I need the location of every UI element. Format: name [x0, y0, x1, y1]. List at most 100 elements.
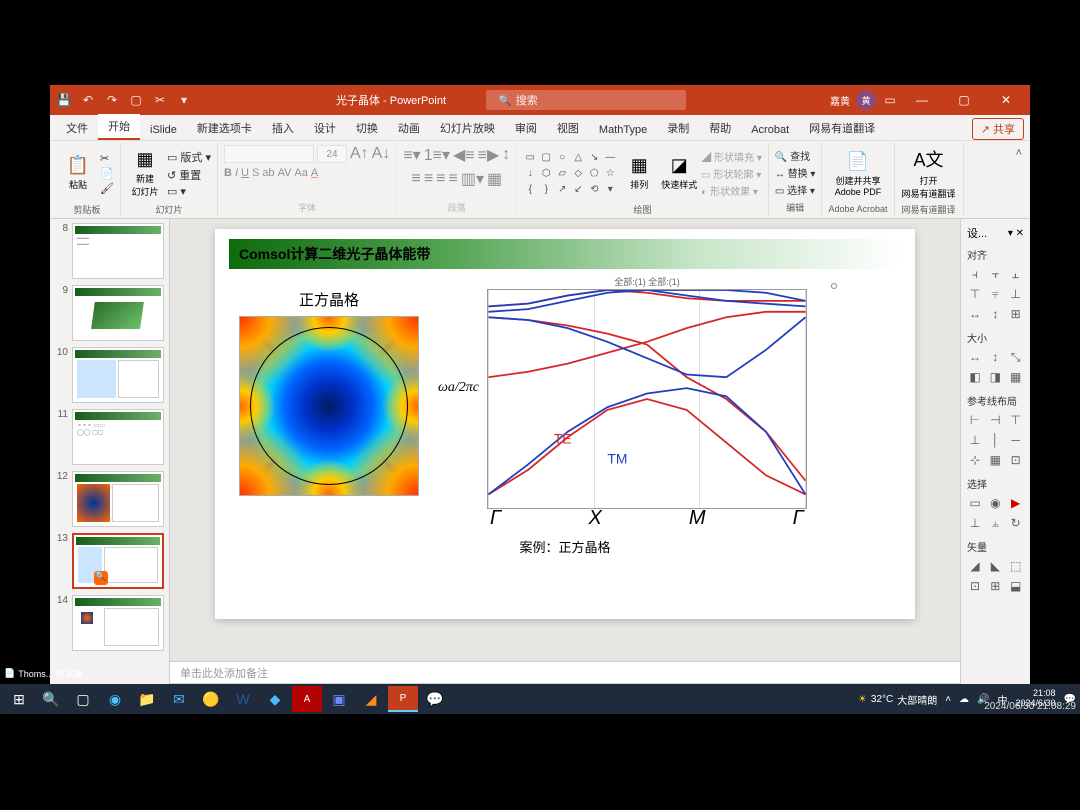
powerpoint-taskbar-icon[interactable]: P: [388, 686, 418, 712]
tab-home[interactable]: 开始: [98, 114, 140, 140]
tray-chevron-icon[interactable]: ˄: [945, 694, 951, 705]
minimize-button[interactable]: —: [904, 85, 940, 115]
paste-button[interactable]: 📋粘贴: [60, 145, 96, 201]
app2-icon[interactable]: ▣: [324, 686, 354, 712]
tab-insert[interactable]: 插入: [262, 116, 304, 140]
thumbnail-9[interactable]: 9: [54, 285, 165, 341]
decrease-font-icon[interactable]: A↓: [372, 145, 391, 163]
new-slide-button[interactable]: ▦新建 幻灯片: [127, 145, 163, 201]
tab-transitions[interactable]: 切换: [346, 116, 388, 140]
thumbnail-8[interactable]: 8━━━━━━━━: [54, 223, 165, 279]
indent-left-icon[interactable]: ◀≡: [453, 145, 475, 165]
tab-acrobat[interactable]: Acrobat: [741, 120, 799, 140]
italic-button[interactable]: I: [235, 167, 238, 179]
save-icon[interactable]: 💾: [56, 92, 72, 108]
cut-icon[interactable]: ✂: [100, 152, 114, 165]
acrobat-icon[interactable]: A: [292, 686, 322, 712]
desktop-file-icon[interactable]: 📄 Thoms... 的采算...: [4, 667, 90, 680]
align-left-icon[interactable]: ≡: [411, 170, 420, 188]
chrome-icon[interactable]: 🟡: [196, 686, 226, 712]
text-direction-icon[interactable]: ↕: [502, 146, 510, 164]
onedrive-icon[interactable]: ☁: [959, 694, 969, 705]
copy-icon[interactable]: 📄: [100, 167, 114, 180]
align-tools[interactable]: ⫞⫟⫠⊤⫧⊥↔↕⊞: [967, 266, 1024, 322]
thumbnail-10[interactable]: 10: [54, 347, 165, 403]
tab-animations[interactable]: 动画: [388, 116, 430, 140]
right-figure[interactable]: 全部:(1) 全部:(1) TE TM: [437, 289, 901, 509]
wechat-icon[interactable]: 💬: [420, 686, 450, 712]
strike-button[interactable]: S: [252, 167, 259, 179]
start-button[interactable]: ⊞: [4, 686, 34, 712]
arrange-button[interactable]: ▦排列: [621, 145, 657, 201]
bullets-icon[interactable]: ≡▾: [403, 145, 420, 165]
find-button[interactable]: 🔍 查找: [775, 148, 816, 163]
replace-button[interactable]: ↔ 替换 ▾: [775, 165, 816, 180]
format-painter-icon[interactable]: 🖌: [100, 182, 114, 195]
shape-effects-button[interactable]: ◐ 形状效果 ▾: [701, 183, 762, 198]
adobe-pdf-button[interactable]: 📄创建并共享 Adobe PDF: [830, 146, 886, 202]
tab-islide[interactable]: iSlide: [140, 120, 187, 140]
quickstyle-button[interactable]: ◪快速样式: [661, 145, 697, 201]
reset-button[interactable]: ↺ 重置: [167, 167, 211, 183]
tab-view[interactable]: 视图: [547, 116, 589, 140]
tab-help[interactable]: 帮助: [699, 116, 741, 140]
layout-button[interactable]: ▭ 版式 ▾: [167, 149, 211, 165]
justify-icon[interactable]: ≡: [449, 170, 458, 188]
increase-font-icon[interactable]: A↑: [350, 145, 369, 163]
weather-widget[interactable]: ☀ 32°C 大部晴朗: [858, 692, 937, 707]
undo-icon[interactable]: ↶: [80, 92, 96, 108]
align-right-icon[interactable]: ≡: [436, 170, 445, 188]
size-tools[interactable]: ↔↕⤡◧◨▦: [967, 349, 1024, 385]
bold-button[interactable]: B: [224, 167, 232, 179]
guides-tools[interactable]: ⊢⊣⊤⊥│─⊹▦⊡: [967, 412, 1024, 468]
explorer-icon[interactable]: 📁: [132, 686, 162, 712]
select-tools[interactable]: ▭◉▶⊥⫨↻: [967, 495, 1024, 531]
shadow-button[interactable]: ab: [262, 167, 274, 179]
user-avatar[interactable]: 黄: [856, 90, 876, 110]
underline-button[interactable]: U: [241, 167, 249, 179]
columns-icon[interactable]: ▥▾: [461, 169, 484, 189]
maximize-button[interactable]: ▢: [946, 85, 982, 115]
align-center-icon[interactable]: ≡: [424, 170, 433, 188]
tab-review[interactable]: 审阅: [505, 116, 547, 140]
slideshow-icon[interactable]: ▢: [128, 92, 144, 108]
section-button[interactable]: ▭ ▾: [167, 185, 211, 198]
slide-title[interactable]: Comsol计算二维光子晶体能带: [229, 239, 901, 269]
more-icon[interactable]: ▾: [176, 92, 192, 108]
collapse-ribbon-icon[interactable]: ˄: [1012, 143, 1026, 216]
task-view-icon[interactable]: ▢: [68, 686, 98, 712]
slide-canvas-wrap[interactable]: Comsol计算二维光子晶体能带 正方晶格 全部:(1) 全部:(1): [170, 219, 960, 661]
font-family-dropdown[interactable]: [224, 145, 314, 163]
slide-caption[interactable]: 案例：正方晶格: [229, 537, 901, 556]
close-pane-icon[interactable]: ▾ ✕: [1008, 228, 1024, 239]
thumbnail-14[interactable]: 14: [54, 595, 165, 651]
smartart-icon[interactable]: ▦: [487, 169, 502, 189]
font-color-button[interactable]: A: [311, 167, 318, 179]
redo-icon[interactable]: ↷: [104, 92, 120, 108]
tab-file[interactable]: 文件: [56, 116, 98, 140]
tab-record[interactable]: 录制: [657, 116, 699, 140]
notes-area[interactable]: 单击此处添加备注: [170, 661, 960, 683]
slide-thumbnails-panel[interactable]: 8━━━━━━━━ 9 10 11⚬⚬⚬ ▭▭◯◯ ▢▢ 12 13🔍 14: [50, 219, 170, 705]
close-button[interactable]: ✕: [988, 85, 1024, 115]
mail-icon[interactable]: ✉: [164, 686, 194, 712]
search-box[interactable]: 🔍 搜索: [486, 90, 686, 110]
netease-button[interactable]: A文打开 网易有道翻译: [901, 145, 957, 201]
tab-netease[interactable]: 网易有道翻译: [799, 116, 885, 140]
thumbnail-12[interactable]: 12: [54, 471, 165, 527]
tab-mathtype[interactable]: MathType: [589, 120, 657, 140]
taskbar-search-icon[interactable]: 🔍: [36, 686, 66, 712]
numbering-icon[interactable]: 1≡▾: [424, 145, 450, 165]
indent-right-icon[interactable]: ≡▶: [478, 145, 500, 165]
edge-icon[interactable]: ◉: [100, 686, 130, 712]
matlab-icon[interactable]: ◢: [356, 686, 386, 712]
shapes-gallery[interactable]: ▭▢○△↘— ↓⬡▱◇⬠☆ {}↗↙⟲▾: [523, 150, 617, 196]
share-button[interactable]: ↗ 共享: [972, 118, 1024, 140]
thumbnail-13[interactable]: 13🔍: [54, 533, 165, 589]
shape-outline-button[interactable]: ▭ 形状轮廓 ▾: [701, 166, 762, 181]
app1-icon[interactable]: ◆: [260, 686, 290, 712]
left-figure[interactable]: 正方晶格: [229, 289, 429, 509]
thumbnail-11[interactable]: 11⚬⚬⚬ ▭▭◯◯ ▢▢: [54, 409, 165, 465]
tab-design[interactable]: 设计: [304, 116, 346, 140]
ribbon-options-icon[interactable]: ▭: [882, 92, 898, 108]
